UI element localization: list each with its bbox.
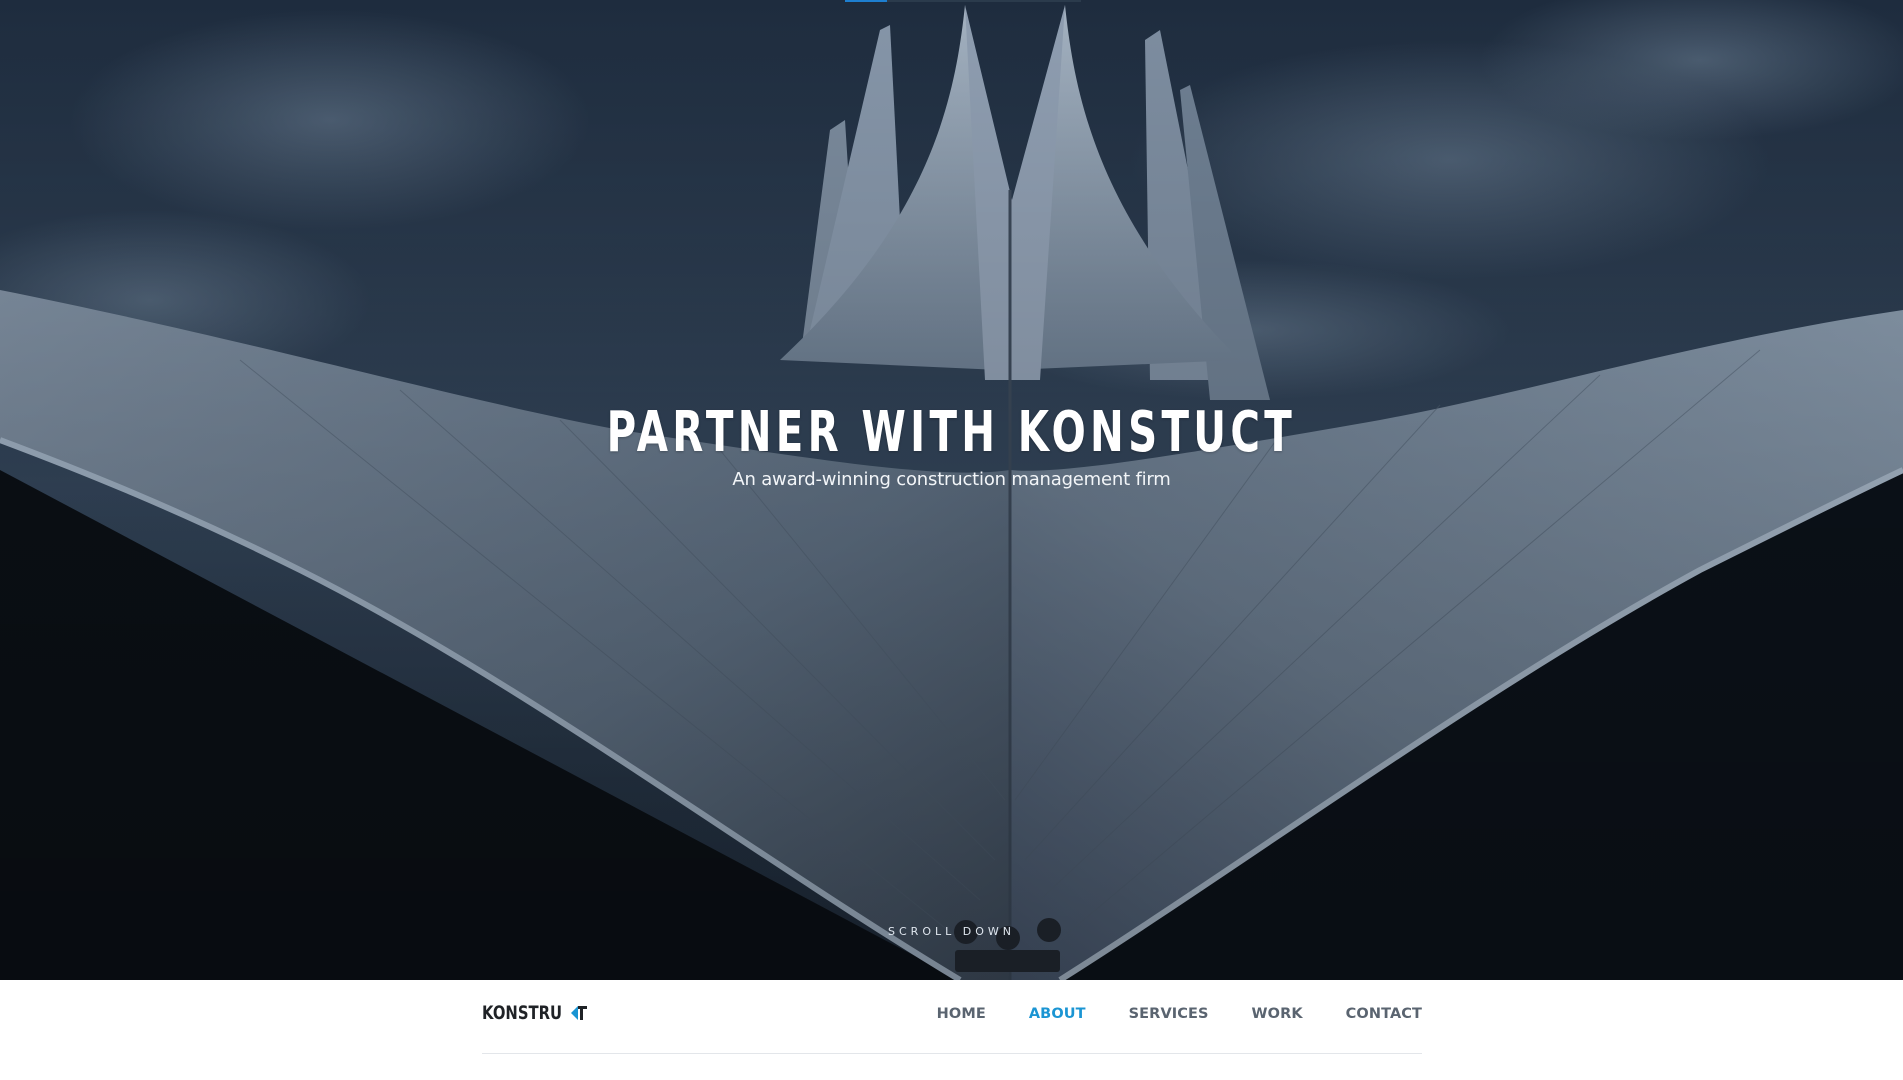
nav-item-services[interactable]: SERVICES — [1129, 1006, 1209, 1022]
top-progress-accent — [845, 0, 1081, 2]
nav-item-home[interactable]: HOME — [937, 1006, 986, 1022]
nav-item-work[interactable]: WORK — [1252, 1006, 1303, 1022]
hero-section: PARTNER WITH KONSTUCT An award-winning c… — [0, 0, 1903, 980]
scroll-down-link[interactable]: SCROLL DOWN — [0, 925, 1903, 938]
brand-logo[interactable]: KONSTRU — [482, 1002, 591, 1024]
nav-item-contact[interactable]: CONTACT — [1346, 1006, 1422, 1022]
main-navbar: KONSTRU HOME ABOUT SERVICES WORK CONTACT — [0, 980, 1903, 1080]
navbar-divider — [482, 1053, 1422, 1054]
nav-menu: HOME ABOUT SERVICES WORK CONTACT — [894, 1006, 1422, 1022]
hero-subtitle: An award-winning construction management… — [732, 469, 1171, 490]
nav-item-about[interactable]: ABOUT — [1029, 1006, 1086, 1022]
konstrukt-c-mark-icon — [570, 1006, 587, 1020]
navbar-container: KONSTRU HOME ABOUT SERVICES WORK CONTACT — [482, 980, 1422, 1054]
hero-title: PARTNER WITH KONSTUCT — [606, 400, 1297, 465]
logo-text: KONSTRU — [482, 1002, 563, 1024]
